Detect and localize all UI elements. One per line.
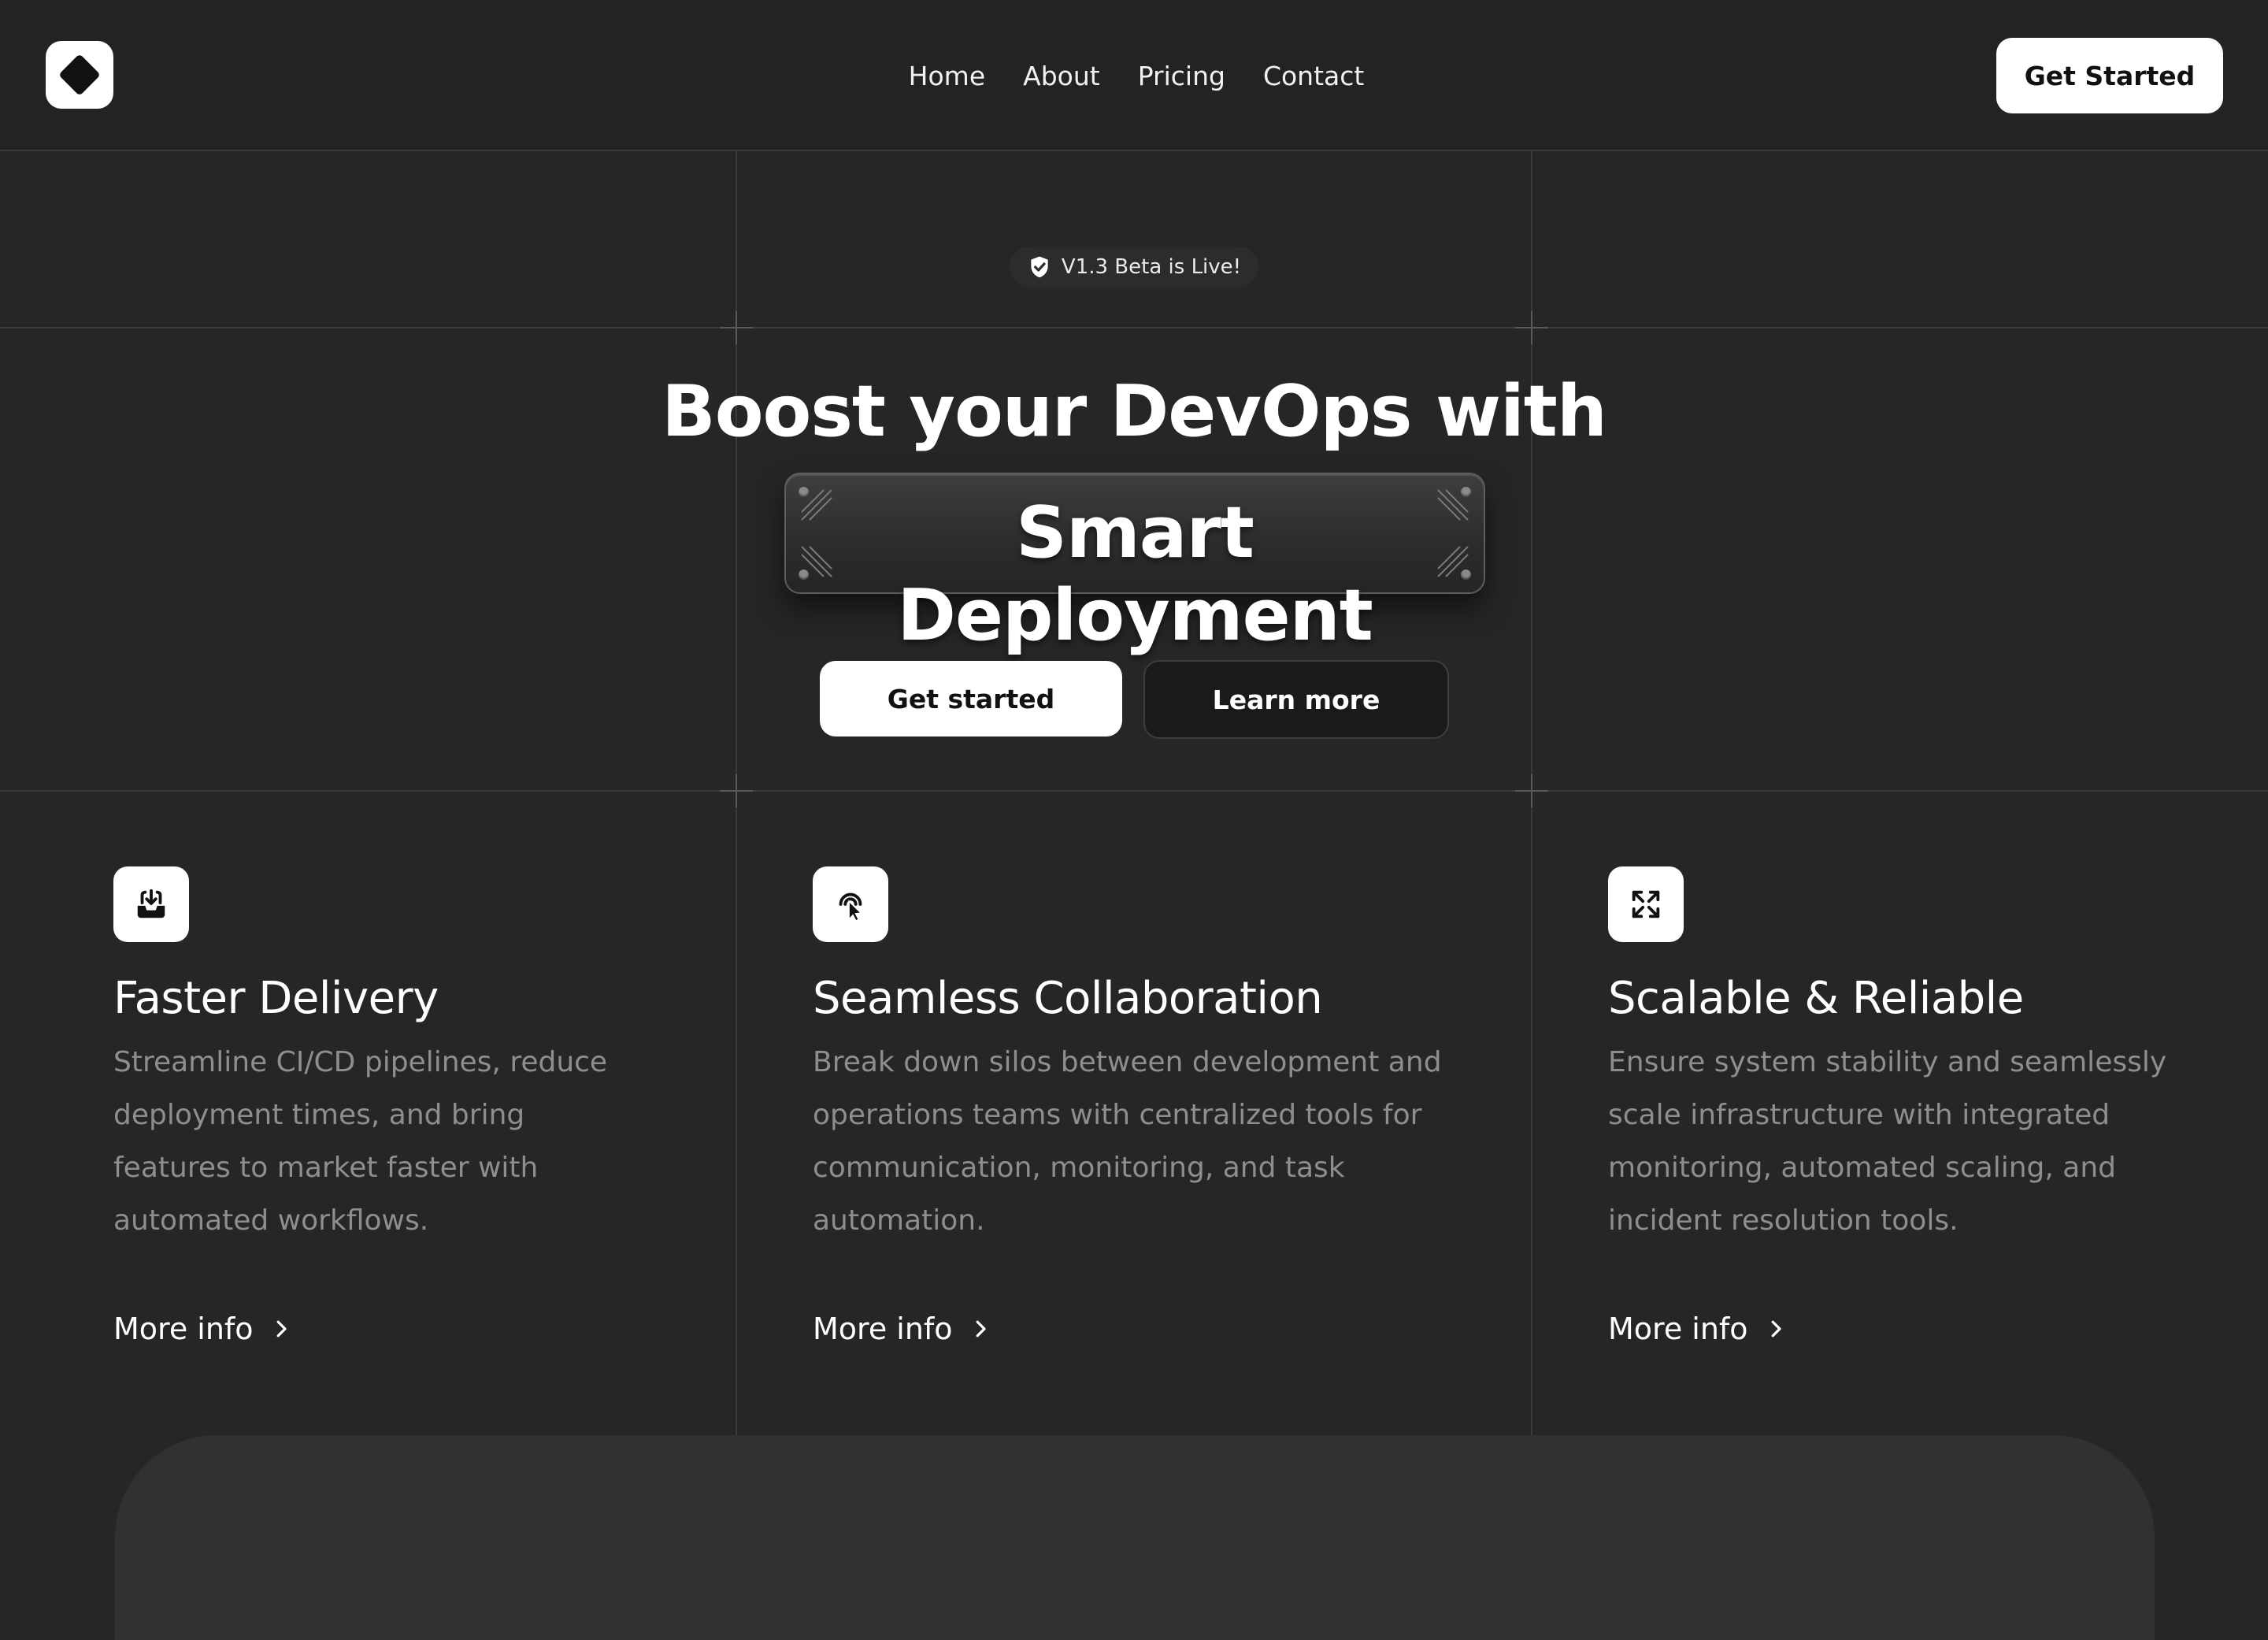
more-info-link[interactable]: More info — [113, 1312, 293, 1346]
feature-faster-delivery: Faster Delivery Streamline CI/CD pipelin… — [113, 866, 712, 1346]
more-info-link[interactable]: More info — [813, 1312, 992, 1346]
feature-icon-tile — [1608, 866, 1684, 942]
chevron-right-icon — [976, 1320, 986, 1338]
feature-description: Break down silos between development and… — [813, 1046, 1442, 1237]
grid-line — [0, 327, 2268, 328]
crosshair-marker — [720, 311, 753, 344]
feature-description: Ensure system stability and seamlessly s… — [1608, 1046, 2167, 1237]
more-info-link[interactable]: More info — [1608, 1312, 1788, 1346]
nav-link-home[interactable]: Home — [909, 61, 985, 91]
learn-more-button[interactable]: Learn more — [1143, 660, 1449, 739]
feature-title: Scalable & Reliable — [1608, 973, 2024, 1024]
highlight-text: Smart Deployment — [897, 492, 1373, 657]
highlight-plate: Smart Deployment — [784, 473, 1485, 657]
crosshair-marker — [1515, 311, 1548, 344]
chevron-right-icon — [276, 1320, 287, 1338]
badge-text: V1.3 Beta is Live! — [1061, 255, 1242, 279]
inbox-download-icon — [137, 889, 165, 918]
crosshair-marker — [720, 774, 753, 807]
feature-icon-tile — [113, 866, 189, 942]
nav-link-contact[interactable]: Contact — [1263, 61, 1364, 91]
nav-link-about[interactable]: About — [1023, 61, 1100, 91]
top-navbar: Home About Pricing Contact Get Started — [0, 0, 2268, 151]
more-info-label: More info — [113, 1312, 254, 1346]
grid-line — [0, 790, 2268, 792]
more-info-label: More info — [813, 1312, 953, 1346]
feature-scalable-reliable: Scalable & Reliable Ensure system stabil… — [1608, 866, 2207, 1346]
get-started-button[interactable]: Get started — [820, 661, 1122, 737]
expand-arrows-icon — [1632, 890, 1660, 918]
hero-headline: Boost your DevOps with — [662, 370, 1607, 453]
feature-icon-tile — [813, 866, 888, 942]
feature-description: Streamline CI/CD pipelines, reduce deplo… — [113, 1046, 608, 1237]
feature-title: Faster Delivery — [113, 973, 439, 1024]
pointer-click-icon — [839, 892, 863, 922]
get-started-header-button[interactable]: Get Started — [1996, 38, 2223, 113]
main-nav: Home About Pricing Contact — [0, 0, 2268, 151]
release-badge[interactable]: V1.3 Beta is Live! — [1010, 247, 1258, 288]
feature-seamless-collaboration: Seamless Collaboration Break down silos … — [813, 866, 1442, 1346]
bottom-section-card — [115, 1435, 2155, 1640]
chevron-right-icon — [1771, 1320, 1781, 1338]
shield-check-icon — [1031, 256, 1048, 278]
nav-link-pricing[interactable]: Pricing — [1138, 61, 1225, 91]
more-info-label: More info — [1608, 1312, 1748, 1346]
crosshair-marker — [1515, 774, 1548, 807]
feature-title: Seamless Collaboration — [813, 973, 1323, 1024]
